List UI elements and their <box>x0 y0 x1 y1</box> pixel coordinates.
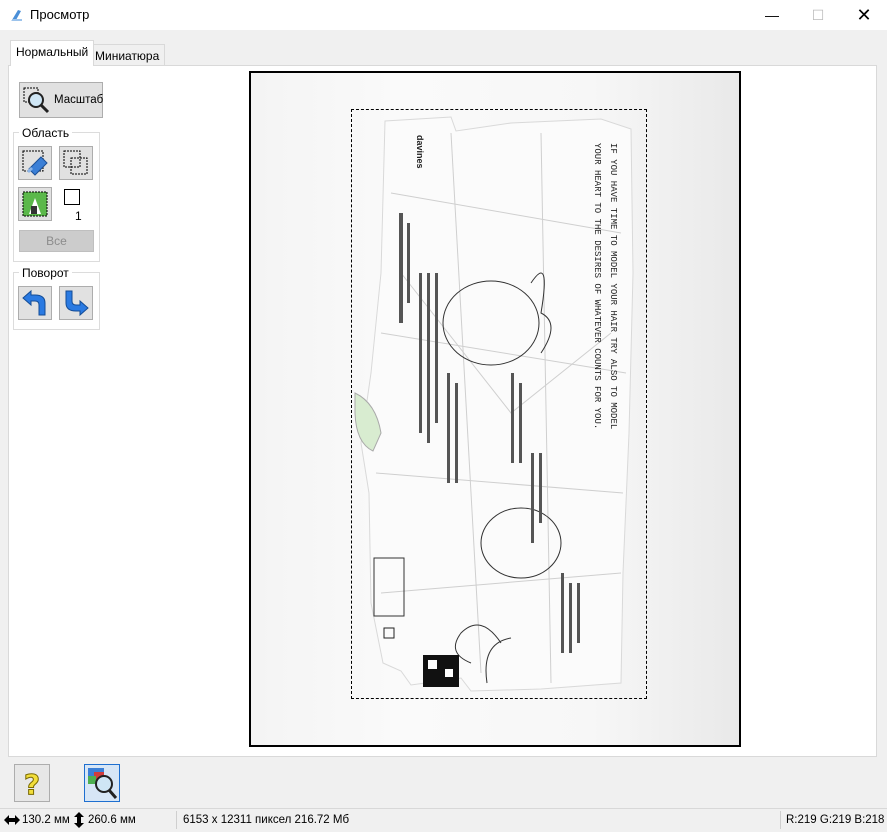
tab-normal[interactable]: Нормальный <box>10 40 95 66</box>
magnifier-icon <box>23 87 50 114</box>
rotate-right-button[interactable] <box>59 286 93 320</box>
frame-outline-icon <box>64 189 80 205</box>
status-bar: 130.2 мм 260.6 мм 6153 x 12311 пиксел 21… <box>0 808 887 832</box>
preview-window: Просмотр — ☐ ✕ Нормальный Миниатюра Масш… <box>0 0 887 832</box>
auto-select-icon <box>22 150 48 176</box>
status-separator <box>176 811 177 829</box>
help-button[interactable]: ? <box>14 764 50 802</box>
selection-marquee[interactable] <box>351 109 647 699</box>
minimize-button[interactable]: — <box>749 0 795 30</box>
width-arrow-icon <box>4 815 20 825</box>
zoom-button-label: Масштаб <box>54 94 104 106</box>
app-icon <box>11 10 22 21</box>
copy-frame-icon <box>63 150 88 175</box>
height-arrow-icon <box>74 812 84 828</box>
rotate-left-icon <box>22 289 46 316</box>
window-title: Просмотр <box>30 7 90 22</box>
color-readout: R:219 G:219 B:218 <box>786 814 885 826</box>
rotate-group-title: Поворот <box>19 266 72 280</box>
area-count: 1 <box>75 209 82 223</box>
close-button[interactable]: ✕ <box>841 0 887 30</box>
histogram-button[interactable] <box>18 187 52 221</box>
preview-scan-icon <box>84 764 120 802</box>
maximize-button[interactable]: ☐ <box>795 0 841 30</box>
auto-select-button[interactable] <box>18 146 52 180</box>
tab-thumbnail[interactable]: Миниатюра <box>89 44 166 66</box>
rotate-left-button[interactable] <box>18 286 52 320</box>
status-separator <box>780 811 781 829</box>
rotate-right-icon <box>65 290 89 317</box>
title-bar: Просмотр — ☐ ✕ <box>0 0 887 30</box>
image-info: 6153 x 12311 пиксел 216.72 Мб <box>183 814 350 826</box>
histogram-icon <box>22 191 48 217</box>
width-value: 130.2 мм <box>22 814 70 826</box>
copy-frame-button[interactable] <box>59 146 93 180</box>
svg-text:?: ? <box>24 768 40 801</box>
help-icon: ? <box>14 764 50 802</box>
preview-scan-button[interactable] <box>84 764 120 802</box>
height-value: 260.6 мм <box>88 814 136 826</box>
area-group-title: Область <box>19 126 73 140</box>
select-all-button[interactable]: Все <box>19 230 94 252</box>
zoom-button[interactable]: Масштаб <box>19 82 103 118</box>
